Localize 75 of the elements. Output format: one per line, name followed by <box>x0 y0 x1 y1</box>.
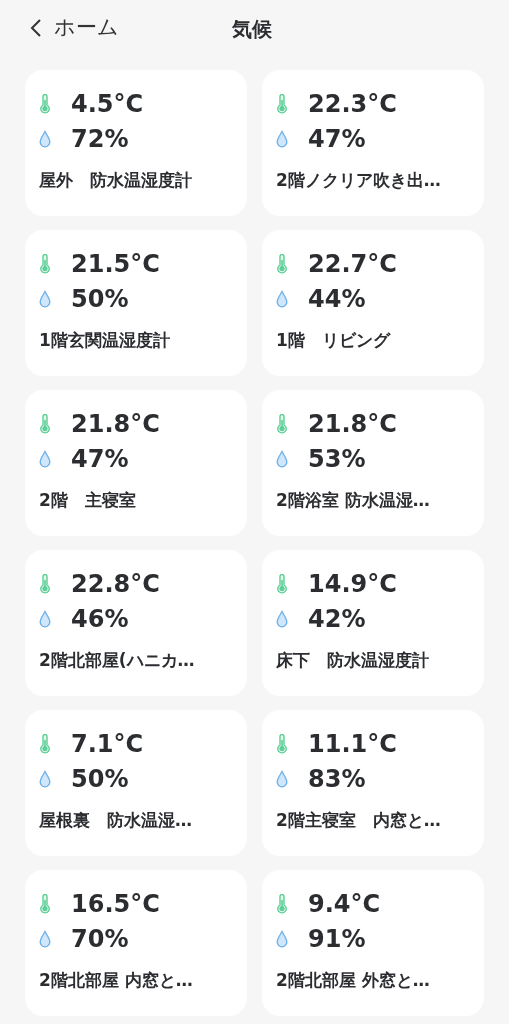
water-drop-icon <box>276 930 288 948</box>
water-drop-icon <box>39 450 51 468</box>
back-chevron-icon <box>30 18 42 38</box>
thermometer-icon <box>276 254 288 274</box>
humidity-reading: 46% <box>71 607 129 631</box>
humidity-reading: 53% <box>308 447 366 471</box>
thermometer-icon <box>39 894 51 914</box>
sensor-card[interactable]: 22.7°C 44% 1階 リビング <box>262 230 484 376</box>
humidity-reading: 50% <box>71 767 129 791</box>
water-drop-icon <box>276 450 288 468</box>
sensor-card[interactable]: 14.9°C 42% 床下 防水温湿度計 <box>262 550 484 696</box>
temperature-reading: 21.8°C <box>308 412 397 436</box>
sensor-card[interactable]: 21.8°C 53% 2階浴室 防水温湿… <box>262 390 484 536</box>
thermometer-icon <box>276 414 288 434</box>
sensor-name: 2階北部屋 外窓と… <box>276 970 431 992</box>
back-button[interactable]: ホーム <box>30 12 119 44</box>
water-drop-icon <box>39 290 51 308</box>
sensor-name: 2階北部屋 内窓と… <box>39 970 194 992</box>
water-drop-icon <box>39 130 51 148</box>
thermometer-icon <box>276 734 288 754</box>
sensor-name: 2階主寝室 内窓と… <box>276 810 442 832</box>
sensor-name: 屋根裏 防水温湿… <box>39 810 193 832</box>
sensor-name: 2階ノクリア吹き出… <box>276 170 442 192</box>
water-drop-icon <box>39 770 51 788</box>
humidity-reading: 83% <box>308 767 366 791</box>
water-drop-icon <box>276 610 288 628</box>
humidity-reading: 42% <box>308 607 366 631</box>
water-drop-icon <box>276 770 288 788</box>
humidity-reading: 47% <box>71 447 129 471</box>
humidity-reading: 72% <box>71 127 129 151</box>
humidity-reading: 50% <box>71 287 129 311</box>
water-drop-icon <box>276 130 288 148</box>
temperature-reading: 14.9°C <box>308 572 397 596</box>
thermometer-icon <box>39 254 51 274</box>
thermometer-icon <box>39 734 51 754</box>
temperature-reading: 21.5°C <box>71 252 160 276</box>
temperature-reading: 22.7°C <box>308 252 397 276</box>
sensor-name: 1階玄関温湿度計 <box>39 330 171 352</box>
sensor-name: 2階 主寝室 <box>39 490 137 512</box>
thermometer-icon <box>39 414 51 434</box>
sensor-name: 2階浴室 防水温湿… <box>276 490 431 512</box>
temperature-reading: 16.5°C <box>71 892 160 916</box>
water-drop-icon <box>276 290 288 308</box>
sensor-name: 1階 リビング <box>276 330 392 352</box>
water-drop-icon <box>39 930 51 948</box>
temperature-reading: 4.5°C <box>71 92 144 116</box>
thermometer-icon <box>276 894 288 914</box>
sensor-card[interactable]: 22.8°C 46% 2階北部屋(ハニカ… <box>25 550 247 696</box>
humidity-reading: 44% <box>308 287 366 311</box>
temperature-reading: 22.3°C <box>308 92 397 116</box>
water-drop-icon <box>39 610 51 628</box>
sensor-card[interactable]: 4.5°C 72% 屋外 防水温湿度計 <box>25 70 247 216</box>
sensor-card[interactable]: 11.1°C 83% 2階主寝室 内窓と… <box>262 710 484 856</box>
thermometer-icon <box>39 94 51 114</box>
sensor-card[interactable]: 9.4°C 91% 2階北部屋 外窓と… <box>262 870 484 1016</box>
temperature-reading: 21.8°C <box>71 412 160 436</box>
temperature-reading: 7.1°C <box>71 732 144 756</box>
temperature-reading: 11.1°C <box>308 732 397 756</box>
temperature-reading: 9.4°C <box>308 892 381 916</box>
humidity-reading: 70% <box>71 927 129 951</box>
sensor-card[interactable]: 22.3°C 47% 2階ノクリア吹き出… <box>262 70 484 216</box>
sensor-card[interactable]: 16.5°C 70% 2階北部屋 内窓と… <box>25 870 247 1016</box>
sensor-card[interactable]: 21.5°C 50% 1階玄関温湿度計 <box>25 230 247 376</box>
thermometer-icon <box>39 574 51 594</box>
humidity-reading: 47% <box>308 127 366 151</box>
sensor-card[interactable]: 7.1°C 50% 屋根裏 防水温湿… <box>25 710 247 856</box>
temperature-reading: 22.8°C <box>71 572 160 596</box>
sensor-name: 床下 防水温湿度計 <box>276 650 430 672</box>
thermometer-icon <box>276 94 288 114</box>
sensor-card[interactable]: 21.8°C 47% 2階 主寝室 <box>25 390 247 536</box>
thermometer-icon <box>276 574 288 594</box>
page-title: 気候 <box>232 16 272 43</box>
sensor-name: 2階北部屋(ハニカ… <box>39 650 196 672</box>
humidity-reading: 91% <box>308 927 366 951</box>
sensor-name: 屋外 防水温湿度計 <box>39 170 193 192</box>
